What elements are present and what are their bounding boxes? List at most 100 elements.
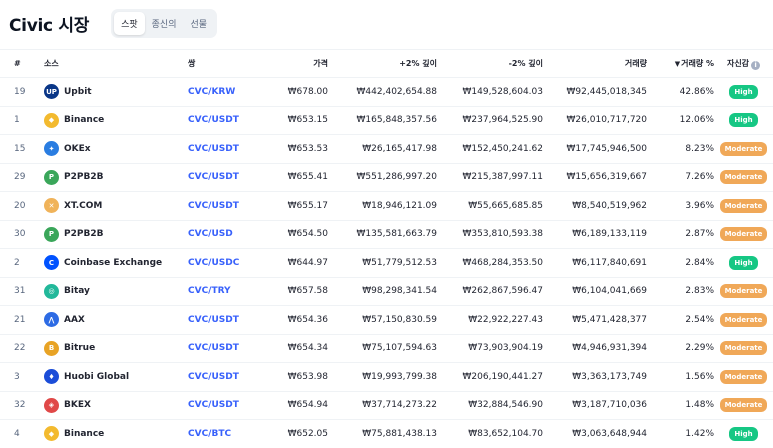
binance-logo-icon: ◆: [44, 426, 59, 442]
rank-cell: 4: [0, 419, 44, 448]
pair-link[interactable]: CVC/USDT: [188, 334, 270, 363]
col-confidence[interactable]: 자신감 i: [714, 49, 773, 78]
pair-link[interactable]: CVC/KRW: [188, 77, 270, 107]
exchange-name: Binance: [64, 428, 105, 439]
exchange-name: XT.COM: [64, 200, 103, 211]
table-row[interactable]: 31 ◎ Bitay CVC/TRY ₩657.58 ₩98,298,341.54 ₩262…: [0, 277, 773, 306]
exchange-name: Binance: [64, 115, 105, 126]
pair-link[interactable]: CVC/USDT: [188, 391, 270, 420]
source-cell[interactable]: ⋀ AAX: [44, 305, 188, 335]
col-volume-pct[interactable]: ▼거래량 %: [647, 49, 714, 78]
table-row[interactable]: 15 ✦ OKEx CVC/USDT ₩653.53 ₩26,165,417.98 ₩152…: [0, 134, 773, 164]
confidence-badge: Moderate: [719, 284, 768, 299]
confidence-badge: Moderate: [719, 198, 768, 213]
depth-plus-cell: ₩75,107,594.63: [328, 334, 437, 363]
exchange-name: P2PB2B: [64, 172, 104, 183]
confidence-badge: Moderate: [719, 369, 768, 384]
bkex-logo-icon: ◈: [44, 397, 59, 413]
confidence-cell: High: [714, 248, 773, 278]
price-cell: ₩653.53: [270, 134, 328, 164]
table-row[interactable]: 21 ⋀ AAX CVC/USDT ₩654.36 ₩57,150,830.59 ₩22,9…: [0, 305, 773, 335]
volume-cell: ₩8,540,519,962: [543, 191, 647, 221]
col-pair[interactable]: 쌍: [188, 49, 270, 78]
confidence-cell: Moderate: [714, 220, 773, 249]
pair-link[interactable]: CVC/USDT: [188, 191, 270, 221]
depth-minus-cell: ₩152,450,241.62: [437, 134, 543, 164]
rank-cell: 1: [0, 106, 44, 135]
pair-link[interactable]: CVC/USDT: [188, 134, 270, 164]
pair-link[interactable]: CVC/USD: [188, 220, 270, 249]
table-row[interactable]: 2 C Coinbase Exchange CVC/USDC ₩644.97 ₩51,77…: [0, 248, 773, 278]
source-cell[interactable]: ◆ Binance: [44, 106, 188, 135]
source-cell[interactable]: ♦ Huobi Global: [44, 362, 188, 392]
confidence-cell: Moderate: [714, 277, 773, 306]
col-depth-plus[interactable]: +2% 깊이: [328, 49, 437, 78]
table-row[interactable]: 20 ✕ XT.COM CVC/USDT ₩655.17 ₩18,946,121.09 ₩5…: [0, 191, 773, 221]
info-icon[interactable]: i: [751, 60, 761, 70]
depth-plus-cell: ₩551,286,997.20: [328, 163, 437, 192]
pair-link[interactable]: CVC/BTC: [188, 419, 270, 448]
col-rank[interactable]: #: [0, 49, 44, 78]
depth-plus-cell: ₩57,150,830.59: [328, 305, 437, 335]
pair-link[interactable]: CVC/TRY: [188, 277, 270, 306]
source-cell[interactable]: P P2PB2B: [44, 220, 188, 249]
depth-minus-cell: ₩149,528,604.03: [437, 77, 543, 107]
source-cell[interactable]: ◆ Binance: [44, 419, 188, 448]
col-price[interactable]: 가격: [270, 49, 328, 78]
exchange-name: BKEX: [64, 400, 91, 411]
tab-perpetual[interactable]: 종신의: [145, 12, 184, 35]
pair-link[interactable]: CVC/USDT: [188, 163, 270, 192]
source-cell[interactable]: P P2PB2B: [44, 163, 188, 192]
table-row[interactable]: 22 B Bitrue CVC/USDT ₩654.34 ₩75,107,594.63 ₩7…: [0, 334, 773, 363]
confidence-badge: Moderate: [719, 227, 768, 242]
confidence-cell: High: [714, 106, 773, 135]
pair-link[interactable]: CVC/USDT: [188, 106, 270, 135]
huobi-logo-icon: ♦: [44, 369, 59, 385]
exchange-name: P2PB2B: [64, 229, 104, 240]
volume-cell: ₩3,063,648,944: [543, 419, 647, 448]
source-cell[interactable]: ◈ BKEX: [44, 391, 188, 420]
exchange-name: OKEx: [64, 143, 91, 154]
source-cell[interactable]: ✕ XT.COM: [44, 191, 188, 221]
depth-minus-cell: ₩353,810,593.38: [437, 220, 543, 249]
volume-cell: ₩6,104,041,669: [543, 277, 647, 306]
table-row[interactable]: 1 ◆ Binance CVC/USDT ₩653.15 ₩165,848,357.56 ₩…: [0, 106, 773, 135]
table-row[interactable]: 4 ◆ Binance CVC/BTC ₩652.05 ₩75,881,438.13 ₩83…: [0, 419, 773, 448]
price-cell: ₩653.98: [270, 362, 328, 392]
depth-plus-cell: ₩19,993,799.38: [328, 362, 437, 392]
volume-pct-cell: 42.86%: [647, 77, 714, 107]
source-cell[interactable]: B Bitrue: [44, 334, 188, 363]
markets-table: # 소스 쌍 가격 +2% 깊이 -2% 깊이 거래량 ▼거래량 % 자신감 i …: [0, 49, 773, 448]
pair-link[interactable]: CVC/USDT: [188, 305, 270, 335]
col-volume[interactable]: 거래량: [543, 49, 647, 78]
volume-cell: ₩3,187,710,036: [543, 391, 647, 420]
price-cell: ₩652.05: [270, 419, 328, 448]
tab-spot[interactable]: 스팟: [114, 11, 145, 35]
source-cell[interactable]: C Coinbase Exchange: [44, 248, 188, 278]
source-cell[interactable]: ✦ OKEx: [44, 134, 188, 164]
exchange-name: Bitrue: [64, 343, 96, 354]
price-cell: ₩654.36: [270, 305, 328, 335]
table-row[interactable]: 29 P P2PB2B CVC/USDT ₩655.41 ₩551,286,997.20 ₩…: [0, 163, 773, 192]
volume-pct-cell: 3.96%: [647, 191, 714, 221]
price-cell: ₩657.58: [270, 277, 328, 306]
table-row[interactable]: 30 P P2PB2B CVC/USD ₩654.50 ₩135,581,663.79 ₩3…: [0, 220, 773, 249]
price-cell: ₩654.34: [270, 334, 328, 363]
tab-futures[interactable]: 선물: [184, 12, 215, 35]
source-cell[interactable]: ◎ Bitay: [44, 277, 188, 306]
aax-logo-icon: ⋀: [44, 312, 59, 328]
table-row[interactable]: 3 ♦ Huobi Global CVC/USDT ₩653.98 ₩19,993,799…: [0, 362, 773, 392]
depth-plus-cell: ₩98,298,341.54: [328, 277, 437, 306]
confidence-badge: High: [729, 113, 758, 128]
upbit-logo-icon: UP: [44, 84, 59, 100]
source-cell[interactable]: UP Upbit: [44, 77, 188, 107]
pair-link[interactable]: CVC/USDT: [188, 362, 270, 392]
table-row[interactable]: 19 UP Upbit CVC/KRW ₩678.00 ₩442,402,654.88 ₩1…: [0, 77, 773, 107]
col-depth-minus[interactable]: -2% 깊이: [437, 49, 543, 78]
p2pb2b-logo-icon: P: [44, 226, 59, 242]
rank-cell: 3: [0, 362, 44, 392]
depth-plus-cell: ₩18,946,121.09: [328, 191, 437, 221]
col-source[interactable]: 소스: [44, 49, 188, 78]
table-row[interactable]: 32 ◈ BKEX CVC/USDT ₩654.94 ₩37,714,273.22 ₩32,…: [0, 391, 773, 420]
pair-link[interactable]: CVC/USDC: [188, 248, 270, 278]
